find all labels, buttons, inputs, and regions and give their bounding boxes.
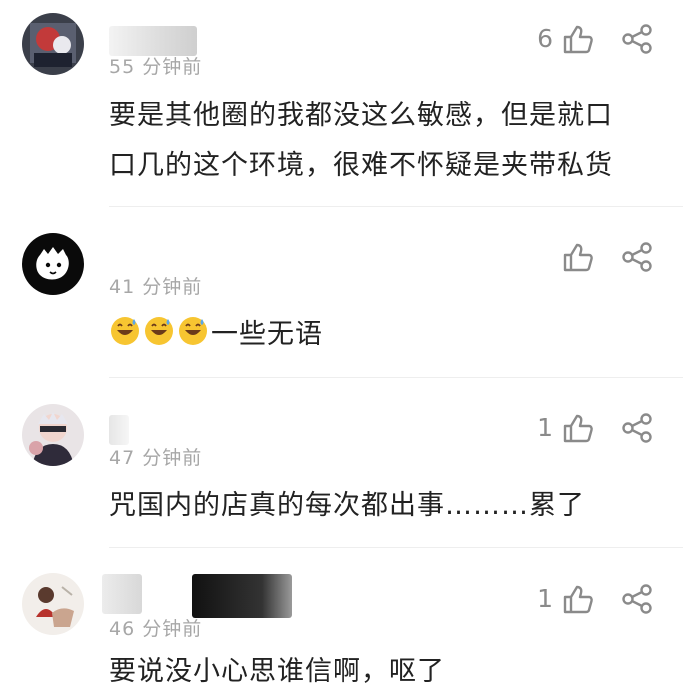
like-button[interactable] <box>561 582 595 616</box>
like-button[interactable] <box>561 411 595 445</box>
username-redacted <box>192 574 292 618</box>
comment-time: 46 分钟前 <box>109 618 203 640</box>
avatar[interactable] <box>22 13 84 75</box>
comment-text-line: 一些无语 <box>109 307 323 363</box>
comment-text-line: 咒国内的店真的每次都出事………累了 <box>109 490 585 521</box>
avatar[interactable] <box>22 404 84 466</box>
comment-time: 55 分钟前 <box>109 56 203 78</box>
comment-text: 一些无语 <box>211 319 323 350</box>
comment-time: 47 分钟前 <box>109 447 203 469</box>
grinning-sweat-emoji-icon <box>111 317 139 345</box>
grinning-sweat-emoji-icon <box>145 317 173 345</box>
username-redacted <box>109 415 129 445</box>
like-count: 6 <box>537 24 553 53</box>
share-button[interactable] <box>620 582 654 616</box>
share-button[interactable] <box>620 240 654 274</box>
like-button[interactable] <box>561 240 595 274</box>
username-redacted <box>102 574 142 614</box>
comment-text-line: 要说没小心思谁信啊，呕了 <box>109 656 445 687</box>
like-count: 1 <box>537 413 553 442</box>
share-button[interactable] <box>620 411 654 445</box>
comment-text-line: 要是其他圈的我都没这么敏感，但是就口 <box>109 100 613 131</box>
divider <box>109 206 683 207</box>
grinning-sweat-emoji-icon <box>179 317 207 345</box>
avatar[interactable] <box>22 573 84 635</box>
comment-text-line: 口几的这个环境，很难不怀疑是夹带私货 <box>109 150 613 181</box>
comment-time: 41 分钟前 <box>109 276 203 298</box>
like-button[interactable] <box>561 22 595 56</box>
divider <box>109 547 683 548</box>
like-count: 1 <box>537 584 553 613</box>
share-button[interactable] <box>620 22 654 56</box>
divider <box>109 377 683 378</box>
avatar[interactable] <box>22 233 84 295</box>
